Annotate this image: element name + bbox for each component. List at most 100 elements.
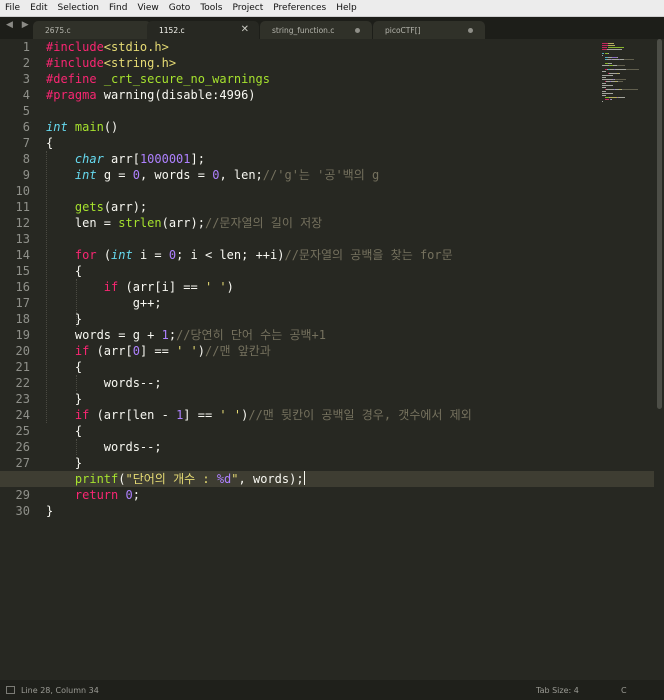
minimap-mark [611,99,612,100]
code-token: } [46,392,83,406]
code-line[interactable]: words--; [46,375,654,391]
code-line[interactable]: } [46,311,654,327]
code-line[interactable]: { [46,135,654,151]
code-token: return [74,488,119,502]
unsaved-dot-icon[interactable] [468,28,473,33]
code-area[interactable]: #include<stdio.h> #include<string.h> #defi… [0,39,654,519]
close-tab-icon[interactable]: ✕ [241,24,249,35]
tab-nav-arrows-icon[interactable]: ◀ ▶ [6,20,32,30]
unsaved-dot-icon[interactable] [355,28,360,33]
code-line[interactable]: char arr[1000001]; [46,151,654,167]
code-line[interactable] [46,103,654,119]
tab-label: 1152.c [159,26,185,35]
tab-size-indicator[interactable]: Tab Size: 4 [536,686,579,695]
menu-item-file[interactable]: File [0,3,25,13]
code-token: (arr[len - [89,408,177,422]
line-number: 19 [15,328,30,342]
tab-2675[interactable]: 2675.c [33,21,151,39]
minimap-mark [602,75,613,76]
minimap-mark [602,79,613,80]
menu-item-goto[interactable]: Goto [164,3,196,13]
minimap-mark [602,53,604,54]
code-token: } [46,504,54,518]
menu-item-tools[interactable]: Tools [195,3,227,13]
tab-1152[interactable]: 1152.c ✕ [147,21,259,39]
line-number: 11 [15,200,30,214]
line-number: 3 [22,72,30,86]
code-token: (arr); [103,200,148,214]
menu-item-edit[interactable]: Edit [25,3,52,13]
minimap-mark [617,65,625,66]
menu-item-view[interactable]: View [132,3,163,13]
code-line[interactable] [46,183,654,199]
vertical-scrollbar[interactable] [654,39,664,680]
line-number: 25 [15,424,30,438]
code-token: ( [118,472,126,486]
cursor-position: Line 28, Column 34 [21,686,99,695]
code-editor[interactable]: 1 2 3 4 5 6 7 8 9 10 11 12 13 14 15 16 17 18 19 20 21 22 23 24 2… [0,39,654,680]
code-line[interactable]: g++; [46,295,654,311]
code-token: 1000001 [139,152,191,166]
status-bar: Line 28, Column 34 Tab Size: 4 C [0,680,664,700]
code-line[interactable]: return 0; [46,487,654,503]
code-token: ]; [190,152,205,166]
code-line[interactable]: if (arr[len - 1] == ' ')//맨 뒷칸이 공백일 경우, … [46,407,654,423]
code-line[interactable]: #define _crt_secure_no_warnings [46,71,654,87]
code-line[interactable]: printf("단어의 개수 : %d", words); [0,471,654,487]
code-token: warning(disable:4996) [96,88,256,102]
minimap-mark [602,55,603,56]
minimap-mark [612,59,619,60]
line-number: 22 [15,376,30,390]
menu-item-help[interactable]: Help [331,3,362,13]
code-line[interactable]: { [46,423,654,439]
code-token: //당연히 단어 수는 공백+1 [176,328,326,342]
code-line[interactable]: len = strlen(arr);//문자열의 길이 저장 [46,215,654,231]
code-line[interactable]: #include<string.h> [46,55,654,71]
line-number: 17 [15,296,30,310]
code-token: ; [168,328,177,342]
code-line[interactable]: gets(arr); [46,199,654,215]
code-line[interactable]: words = g + 1;//당연히 단어 수는 공백+1 [46,327,654,343]
tab-string-function[interactable]: string_function.c [260,21,372,39]
code-line[interactable] [46,231,654,247]
menu-item-find[interactable]: Find [104,3,132,13]
code-line[interactable]: } [46,391,654,407]
menu-item-selection[interactable]: Selection [53,3,104,13]
menu-item-project[interactable]: Project [227,3,268,13]
code-token: #include [46,56,104,70]
code-line[interactable]: if (arr[0] == ' ')//맨 앞칸과 [46,343,654,359]
code-line[interactable]: { [46,359,654,375]
syntax-indicator[interactable]: C [621,686,627,695]
code-line[interactable]: if (arr[i] == ' ') [46,279,654,295]
minimap-mark [619,97,625,98]
code-token: words--; [46,376,162,390]
code-line[interactable]: int g = 0, words = 0, len;//'g'는 '공'백의 g [46,167,654,183]
code-line[interactable]: #include<stdio.h> [46,39,654,55]
code-line[interactable]: int main() [46,119,654,135]
line-number: 30 [15,504,30,518]
code-line[interactable]: for (int i = 0; i < len; ++i)//문자열의 공백을 … [46,247,654,263]
status-position-group: Line 28, Column 34 [6,686,99,695]
line-number: 8 [22,152,30,166]
code-token: ] == [183,408,220,422]
line-number: 29 [15,488,30,502]
tab-picoctf[interactable]: picoCTF[] [373,21,485,39]
line-number: 21 [15,360,30,374]
code-token: (arr); [161,216,205,230]
panel-toggle-icon[interactable] [6,686,15,694]
scrollbar-thumb[interactable] [657,39,662,409]
minimap-mark [609,73,617,74]
code-token: { [46,424,83,438]
menu-item-preferences[interactable]: Preferences [268,3,331,13]
code-line[interactable]: words--; [46,439,654,455]
code-line[interactable]: } [46,503,654,519]
code-token: <stdio.h> [103,40,169,54]
minimap[interactable] [598,39,654,129]
code-line[interactable]: } [46,455,654,471]
code-line[interactable]: { [46,263,654,279]
code-token: ' ' [219,408,242,422]
code-line[interactable]: #pragma warning(disable:4996) [46,87,654,103]
